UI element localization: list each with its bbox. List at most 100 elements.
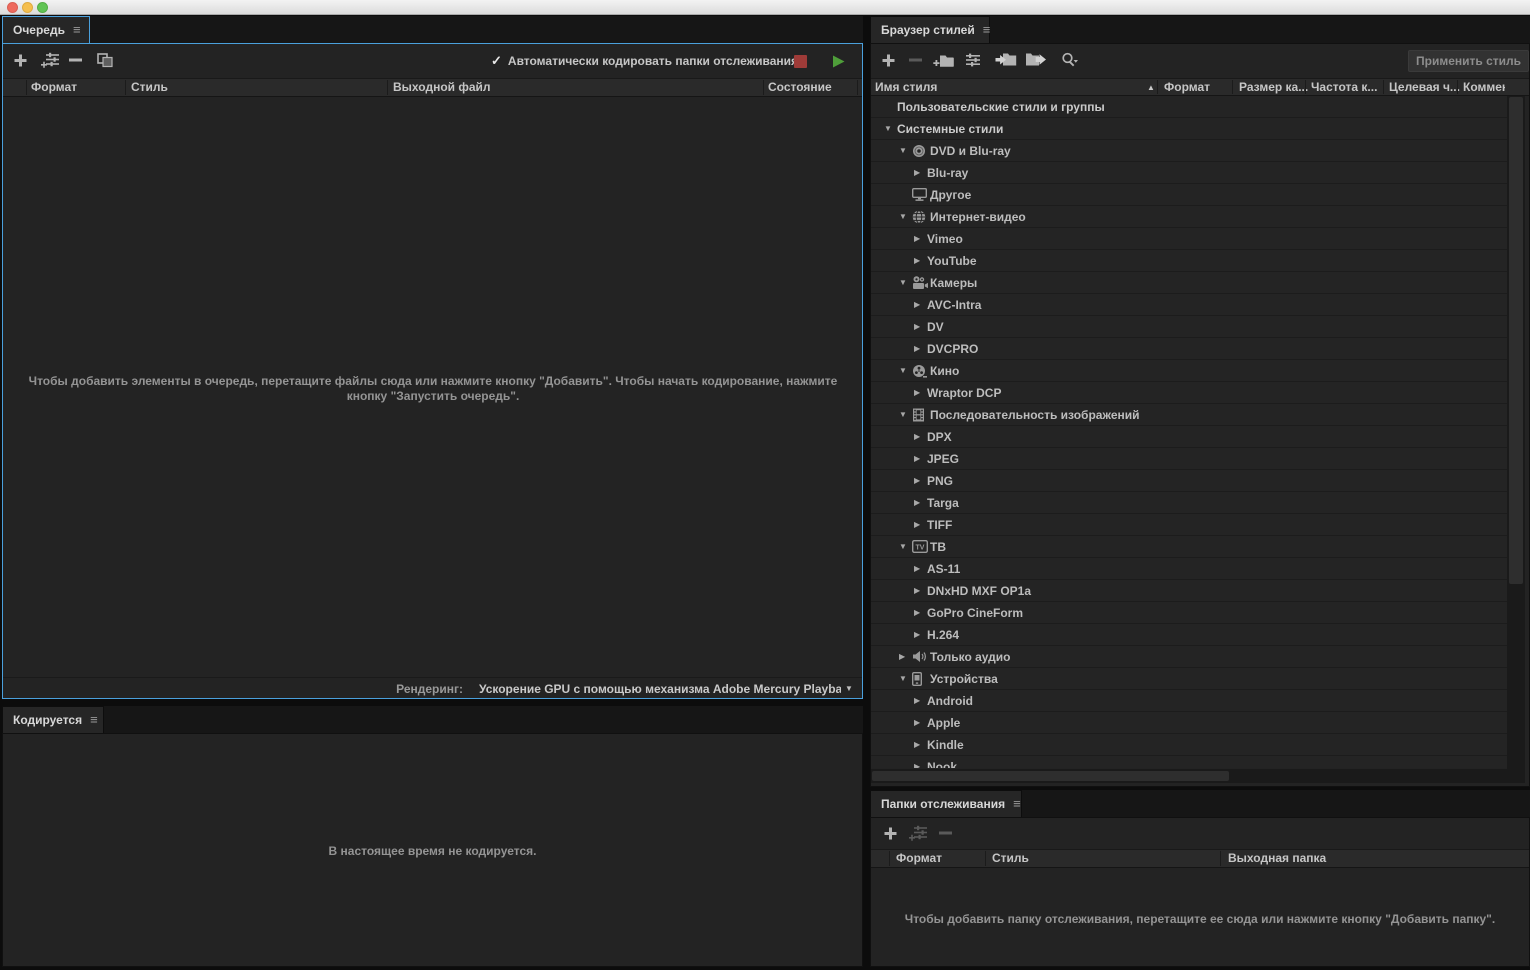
add-output-button sliders-plus-icon[interactable] <box>41 52 60 68</box>
preset-tree-row[interactable]: ▶Apple <box>871 712 1507 734</box>
panel-menu-icon[interactable]: ≡ <box>983 25 991 35</box>
preset-tree-row[interactable]: ▶Blu-ray <box>871 162 1507 184</box>
twirl-closed-icon[interactable]: ▶ <box>914 586 927 595</box>
tab-preset-browser[interactable]: Браузер стилей ≡ <box>870 16 990 43</box>
column-format[interactable]: Формат <box>31 79 77 96</box>
column-format[interactable]: Формат <box>896 850 942 867</box>
delete-preset-button minus-icon[interactable] <box>909 58 922 62</box>
preset-tree-row[interactable]: ▼TVТВ <box>871 536 1507 558</box>
preset-tree-row[interactable]: ▶JPEG <box>871 448 1507 470</box>
preset-tree-row[interactable]: ▼Кино <box>871 360 1507 382</box>
preset-tree-row[interactable]: ▼Системные стили <box>871 118 1507 140</box>
panel-menu-icon[interactable]: ≡ <box>90 715 98 725</box>
close-window-button[interactable] <box>7 2 18 13</box>
preset-tree-row[interactable]: ▼Устройства <box>871 668 1507 690</box>
panel-menu-icon[interactable]: ≡ <box>73 25 81 35</box>
twirl-closed-icon[interactable]: ▶ <box>914 322 927 331</box>
column-output-file[interactable]: Выходной файл <box>393 79 491 96</box>
create-group-button folder-plus-icon[interactable] <box>933 52 954 68</box>
tab-queue[interactable]: Очередь ≡ <box>2 16 90 43</box>
twirl-closed-icon[interactable]: ▶ <box>914 498 927 507</box>
twirl-closed-icon[interactable]: ▶ <box>914 256 927 265</box>
preset-tree-row[interactable]: ▶AS-11 <box>871 558 1507 580</box>
preset-tree-row[interactable]: ▼DVD и Blu-ray <box>871 140 1507 162</box>
column-preset[interactable]: Стиль <box>992 850 1029 867</box>
column-target-bitrate[interactable]: Целевая ч... <box>1389 79 1460 96</box>
preset-tree-row[interactable]: ▶Nook <box>871 756 1507 768</box>
preset-tree-row[interactable]: ▶DNxHD MXF OP1a <box>871 580 1507 602</box>
horizontal-scrollbar-thumb[interactable] <box>872 771 1229 781</box>
twirl-open-icon[interactable]: ▼ <box>899 146 912 155</box>
add-folder-button plus-icon[interactable] <box>883 826 898 841</box>
render-engine-dropdown[interactable]: Ускорение GPU с помощью механизма Adobe … <box>479 682 841 696</box>
auto-encode-checkbox[interactable]: ✓ Автоматически кодировать папки отслежи… <box>491 53 798 69</box>
twirl-open-icon[interactable]: ▼ <box>899 542 912 551</box>
preset-tree-row[interactable]: ▶Kindle <box>871 734 1507 756</box>
twirl-closed-icon[interactable]: ▶ <box>914 608 927 617</box>
twirl-open-icon[interactable]: ▼ <box>899 366 912 375</box>
add-source-button plus-icon[interactable] <box>13 53 28 68</box>
add-output-button sliders-plus-icon[interactable] <box>909 825 928 841</box>
panel-menu-icon[interactable]: ≡ <box>1013 799 1021 809</box>
remove-item-button minus-icon[interactable] <box>69 58 82 62</box>
create-preset-button plus-icon[interactable] <box>881 53 896 68</box>
preset-tree-row[interactable]: ▶Targa <box>871 492 1507 514</box>
export-preset-button folder-export-icon[interactable] <box>1025 52 1047 67</box>
preset-tree-row[interactable]: ▶GoPro CineForm <box>871 602 1507 624</box>
preset-tree-row[interactable]: ▶DVCPRO <box>871 338 1507 360</box>
preset-tree-row[interactable]: ▼Интернет-видео <box>871 206 1507 228</box>
twirl-closed-icon[interactable]: ▶ <box>914 718 927 727</box>
preset-tree-row[interactable]: ▼Камеры <box>871 272 1507 294</box>
preset-tree-row[interactable]: ▶DV <box>871 316 1507 338</box>
column-format[interactable]: Формат <box>1164 79 1210 96</box>
remove-folder-button minus-icon[interactable] <box>939 831 952 835</box>
preset-tree-row[interactable]: ▶TIFF <box>871 514 1507 536</box>
vertical-scrollbar[interactable] <box>1507 96 1525 783</box>
twirl-closed-icon[interactable]: ▶ <box>914 696 927 705</box>
twirl-closed-icon[interactable]: ▶ <box>914 630 927 639</box>
duplicate-button duplicate-icon[interactable] <box>97 53 114 68</box>
search-button search-icon[interactable] <box>1061 52 1079 69</box>
twirl-closed-icon[interactable]: ▶ <box>914 762 927 768</box>
twirl-closed-icon[interactable]: ▶ <box>914 476 927 485</box>
tab-watch-folders[interactable]: Папки отслеживания ≡ <box>870 790 1022 817</box>
preset-tree-row[interactable]: ▶Android <box>871 690 1507 712</box>
tab-encoding[interactable]: Кодируется ≡ <box>2 706 104 733</box>
preset-settings-button sliders-icon[interactable] <box>965 53 981 67</box>
twirl-open-icon[interactable]: ▼ <box>899 410 912 419</box>
start-queue-button play-icon[interactable] <box>831 54 846 69</box>
preset-tree-row[interactable]: ▶PNG <box>871 470 1507 492</box>
vertical-scrollbar-thumb[interactable] <box>1509 97 1523 584</box>
preset-tree-row[interactable]: Другое <box>871 184 1507 206</box>
preset-tree-row[interactable]: ▶Vimeo <box>871 228 1507 250</box>
twirl-closed-icon[interactable]: ▶ <box>914 344 927 353</box>
preset-tree-row[interactable]: ▶H.264 <box>871 624 1507 646</box>
twirl-closed-icon[interactable]: ▶ <box>899 652 912 661</box>
preset-tree-row[interactable]: Пользовательские стили и группы <box>871 96 1507 118</box>
horizontal-scrollbar[interactable] <box>871 769 1507 783</box>
twirl-closed-icon[interactable]: ▶ <box>914 520 927 529</box>
zoom-window-button[interactable] <box>37 2 48 13</box>
preset-tree-row[interactable]: ▶DPX <box>871 426 1507 448</box>
sort-ascending-icon[interactable]: ▲ <box>1147 79 1155 96</box>
column-status[interactable]: Состояние <box>768 79 832 96</box>
dropdown-caret-icon[interactable]: ▼ <box>845 684 853 693</box>
twirl-closed-icon[interactable]: ▶ <box>914 454 927 463</box>
twirl-open-icon[interactable]: ▼ <box>899 674 912 683</box>
preset-tree-row[interactable]: ▼Последовательность изображений <box>871 404 1507 426</box>
twirl-closed-icon[interactable]: ▶ <box>914 388 927 397</box>
column-frame-size[interactable]: Размер ка... <box>1239 79 1308 96</box>
twirl-closed-icon[interactable]: ▶ <box>914 432 927 441</box>
column-preset-name[interactable]: Имя стиля <box>875 79 937 96</box>
column-frame-rate[interactable]: Частота к... <box>1311 79 1377 96</box>
column-comment[interactable]: Комментар <box>1463 79 1505 96</box>
twirl-open-icon[interactable]: ▼ <box>884 124 897 133</box>
stop-queue-button stop-icon[interactable] <box>794 55 807 68</box>
twirl-closed-icon[interactable]: ▶ <box>914 300 927 309</box>
minimize-window-button[interactable] <box>22 2 33 13</box>
twirl-closed-icon[interactable]: ▶ <box>914 168 927 177</box>
import-preset-button folder-import-icon[interactable] <box>995 52 1017 67</box>
twirl-closed-icon[interactable]: ▶ <box>914 740 927 749</box>
twirl-closed-icon[interactable]: ▶ <box>914 564 927 573</box>
apply-preset-button[interactable]: Применить стиль <box>1408 50 1529 72</box>
